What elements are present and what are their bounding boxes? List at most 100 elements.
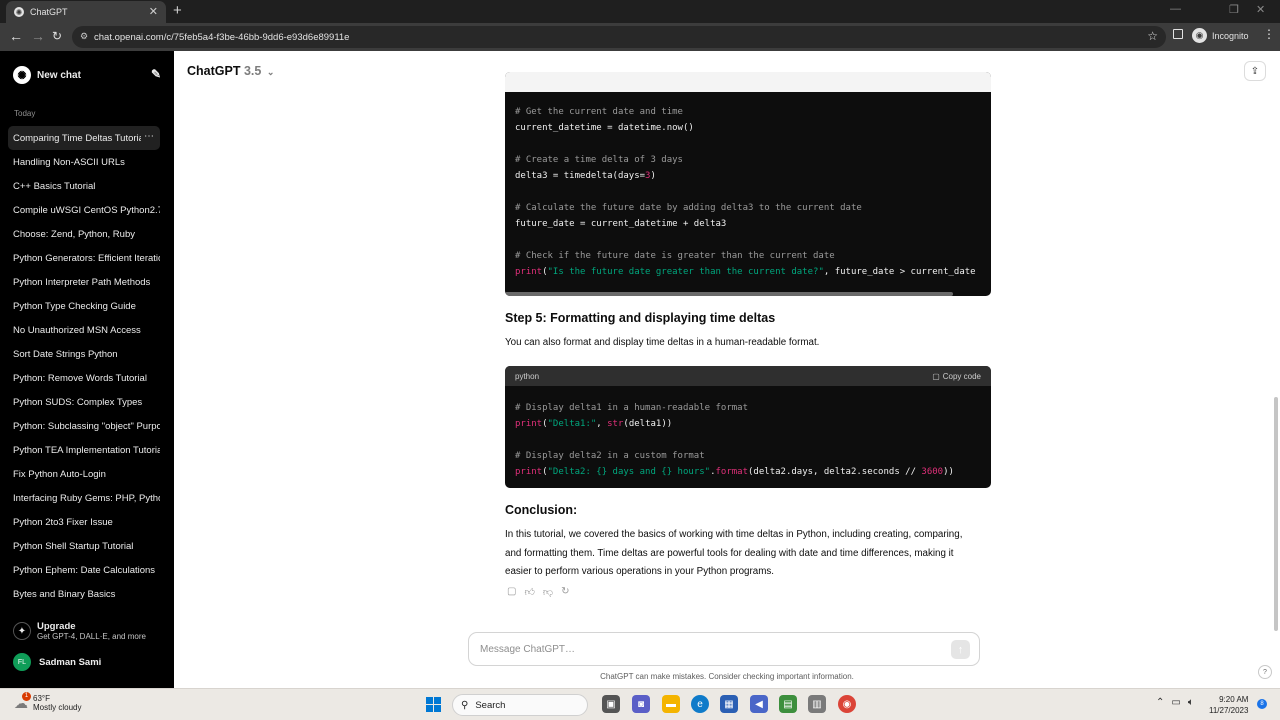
code-block-1-header (505, 72, 991, 92)
copy-code-button[interactable]: ▢ Copy code (932, 372, 981, 381)
sidebar: ✺ New chat ✎ Today Comparing Time Deltas… (0, 51, 174, 688)
new-tab-icon[interactable]: + (173, 2, 182, 19)
conversation-title: Sort Date Strings Python (13, 348, 118, 360)
sidebar-conversation-item[interactable]: Interfacing Ruby Gems: PHP, Python (8, 486, 160, 510)
browser-tab[interactable]: ✺ ChatGPT ✕ (6, 1, 166, 23)
conversation-title: Python Shell Startup Tutorial (13, 540, 134, 552)
code-block-2: python ▢ Copy code # Display delta1 in a… (505, 366, 991, 488)
conversation-title: Python SUDS: Complex Types (13, 396, 143, 408)
clock[interactable]: 9:20 AM 11/27/2023 (1209, 694, 1248, 716)
site-info-icon[interactable]: ⚙ (80, 31, 88, 42)
teams-chat-icon[interactable]: ◙ (632, 695, 650, 713)
sidebar-conversation-item[interactable]: Python TEA Implementation Tutorial (8, 438, 160, 462)
sidebar-conversation-item[interactable]: Choose: Zend, Python, Ruby (8, 222, 160, 246)
task-view-icon[interactable]: ▣ (602, 695, 620, 713)
user-menu[interactable]: FL Sadman Sami (13, 653, 101, 671)
clock-time: 9:20 AM (1219, 695, 1249, 704)
sidebar-conversation-item[interactable]: Python Ephem: Date Calculations (8, 558, 160, 582)
close-tab-icon[interactable]: ✕ (149, 5, 158, 18)
store-icon[interactable]: ▦ (720, 695, 738, 713)
sidebar-conversation-item[interactable]: Sort Date Strings Python (8, 342, 160, 366)
share-icon[interactable]: ⇪ (1244, 61, 1266, 81)
vscode-icon[interactable]: ◀ (750, 695, 768, 713)
conversation-title: Handling Non-ASCII URLs (13, 156, 125, 168)
sidebar-conversation-item[interactable]: C++ Basics Tutorial (8, 174, 160, 198)
message-actions: ▢ 👍︎ 👎︎ ↻ (507, 586, 569, 598)
sidebar-conversation-item[interactable]: Handling Non-ASCII URLs (8, 150, 160, 174)
reload-icon[interactable]: ↻ (52, 29, 62, 43)
sidebar-conversation-item[interactable]: Comparing Time Deltas Tutorial ⋯ (8, 126, 160, 150)
upgrade-button[interactable]: ✦ Upgrade Get GPT-4, DALL·E, and more (13, 621, 146, 641)
start-button[interactable] (426, 697, 441, 712)
system-tray[interactable]: ⌃ ▭ 🔈︎ (1156, 697, 1194, 708)
model-selector[interactable]: ChatGPT 3.5 ⌄ (187, 64, 274, 78)
bookmark-star-icon[interactable]: ☆ (1147, 29, 1158, 43)
chatgpt-favicon-icon: ✺ (14, 7, 24, 17)
close-window-icon[interactable]: ✕ (1256, 3, 1265, 16)
sidebar-conversation-item[interactable]: Python Generators: Efficient Iteration (8, 246, 160, 270)
back-icon[interactable]: ← (9, 28, 23, 44)
conversation-title: Fix Python Auto-Login (13, 468, 106, 480)
new-chat-label: New chat (37, 69, 81, 81)
browser-tabstrip: ✺ ChatGPT ✕ + — ❐ ✕ (0, 0, 1280, 23)
conclusion-heading: Conclusion: (505, 503, 578, 517)
thumbs-up-icon[interactable]: 👍︎ (524, 586, 534, 598)
thumbs-down-icon[interactable]: 👎︎ (543, 586, 553, 598)
edit-icon[interactable]: ✎ (151, 67, 161, 81)
sidebar-conversation-item[interactable]: Python: Remove Words Tutorial (8, 366, 160, 390)
new-chat-button[interactable]: ✺ New chat ✎ (13, 65, 161, 85)
side-panel-icon[interactable] (1173, 29, 1183, 39)
sidebar-conversation-item[interactable]: Python Shell Startup Tutorial (8, 534, 160, 558)
conclusion-text: In this tutorial, we covered the basics … (505, 529, 963, 577)
app-icon[interactable]: ▤ (779, 695, 797, 713)
forward-icon[interactable]: → (31, 28, 45, 44)
regenerate-icon[interactable]: ↻ (561, 586, 569, 598)
weather-desc: Mostly cloudy (33, 703, 82, 712)
notification-badge[interactable]: 8 (1257, 699, 1267, 709)
sidebar-conversation-item[interactable]: Python: Subclassing "object" Purpose (8, 414, 160, 438)
weather-widget[interactable]: ☁ 1 63°F Mostly cloudy (14, 691, 82, 712)
address-bar[interactable]: ⚙ chat.openai.com/c/75feb5a4-f3be-46bb-9… (72, 26, 1166, 48)
browser-toolbar: ← → ↻ ⚙ chat.openai.com/c/75feb5a4-f3be-… (0, 23, 1280, 51)
sidebar-conversation-item[interactable]: Python Type Checking Guide (8, 294, 160, 318)
sidebar-conversation-item[interactable]: Fix Python Auto-Login (8, 462, 160, 486)
conversation-title: Choose: Zend, Python, Ruby (13, 228, 135, 240)
code-block-1-content[interactable]: # Get the current date and time current_… (505, 92, 991, 280)
user-name: Sadman Sami (39, 656, 102, 668)
sidebar-conversation-item[interactable]: Python SUDS: Complex Types (8, 390, 160, 414)
copy-icon[interactable]: ▢ (507, 586, 516, 598)
sidebar-conversation-item[interactable]: Python 2to3 Fixer Issue (8, 510, 160, 534)
app-icon-2[interactable]: ▥ (808, 695, 826, 713)
chrome-icon[interactable]: ◉ (838, 695, 856, 713)
volume-icon[interactable]: 🔈︎ (1188, 697, 1194, 708)
tab-title: ChatGPT (30, 7, 68, 17)
chevron-up-icon[interactable]: ⌃ (1156, 697, 1164, 708)
sidebar-conversation-item[interactable]: Python Interpreter Path Methods (8, 270, 160, 294)
edge-icon[interactable]: e (691, 695, 709, 713)
sidebar-conversation-item[interactable]: Compile uWSGI CentOS Python2.7 (8, 198, 160, 222)
code-block-2-header: python ▢ Copy code (505, 366, 991, 386)
incognito-label: Incognito (1212, 30, 1249, 41)
help-icon[interactable]: ? (1258, 665, 1272, 679)
taskbar-search[interactable]: ⚲ Search (452, 694, 588, 716)
code-block-1: # Get the current date and time current_… (505, 72, 991, 296)
minimize-icon[interactable]: — (1170, 3, 1181, 15)
chevron-down-icon: ⌄ (266, 67, 275, 77)
incognito-indicator[interactable]: ◉ Incognito (1192, 28, 1249, 43)
send-button[interactable]: ↑ (951, 640, 970, 659)
code-block-2-content[interactable]: # Display delta1 in a human-readable for… (505, 386, 991, 480)
sidebar-conversation-item[interactable]: Bytes and Binary Basics (8, 582, 160, 606)
openai-logo-icon: ✺ (13, 66, 31, 84)
message-input[interactable]: Message ChatGPT… ↑ (468, 632, 980, 666)
conversation-title: Python: Remove Words Tutorial (13, 372, 147, 384)
network-icon[interactable]: ▭ (1171, 697, 1180, 708)
restore-icon[interactable]: ❐ (1229, 3, 1239, 16)
more-options-icon[interactable]: ⋯ (141, 131, 154, 142)
sidebar-conversation-item[interactable]: No Unauthorized MSN Access (8, 318, 160, 342)
conversation-title: Python TEA Implementation Tutorial (13, 444, 160, 456)
weather-temp: 63°F (33, 694, 50, 703)
code-block-1-scrollbar[interactable] (505, 292, 953, 296)
page-scrollbar[interactable] (1274, 397, 1278, 631)
browser-menu-icon[interactable]: ⋮ (1263, 27, 1275, 41)
file-explorer-icon[interactable]: ▬ (662, 695, 680, 713)
